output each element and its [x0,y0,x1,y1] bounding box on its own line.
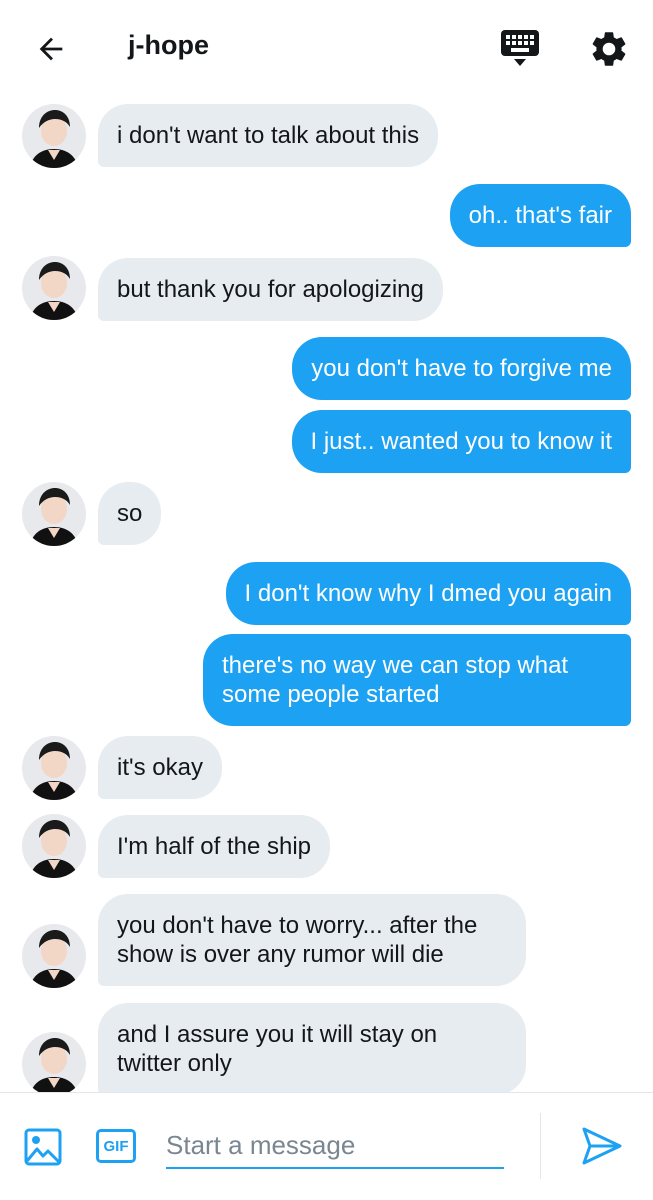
avatar[interactable] [22,1032,86,1092]
avatar[interactable] [22,256,86,320]
outgoing-message[interactable]: you don't have to forgive me [292,337,631,400]
outgoing-message[interactable]: I don't know why I dmed you again [225,562,631,625]
arrow-left-icon [39,37,63,61]
message-composer: GIF [0,1092,653,1200]
incoming-message[interactable]: and I assure you it will stay on twitter… [98,1003,526,1092]
message-line: there's no way we can stop what [222,652,569,679]
avatar-photo [22,256,86,320]
avatar-photo [22,1032,86,1092]
avatar[interactable] [22,104,86,168]
keyboard-icon [501,30,539,66]
avatar[interactable] [22,482,86,546]
message-input[interactable] [166,1123,504,1169]
message-line: show is over any rumor will die [117,941,444,968]
avatar-photo [22,924,86,988]
send-icon [582,1127,622,1165]
incoming-message[interactable]: it's okay [98,736,222,799]
incoming-message[interactable]: you don't have to worry... after the sho… [98,894,526,986]
conversation-header: j-hope [0,0,653,96]
incoming-message[interactable]: so [98,482,162,545]
add-image-button[interactable] [24,1128,62,1166]
incoming-message[interactable]: I'm half of the ship [98,815,331,878]
message-line: and I assure you it will stay on [117,1021,438,1048]
outgoing-message[interactable]: oh.. that's fair [449,184,631,247]
avatar[interactable] [22,814,86,878]
settings-button[interactable] [588,28,630,70]
image-icon [24,1128,62,1166]
message-list[interactable]: i don't want to talk about this oh.. tha… [0,96,653,1092]
avatar-photo [22,814,86,878]
composer-divider [540,1113,541,1179]
avatar[interactable] [22,924,86,988]
message-line: you don't have to worry... after the [117,912,478,939]
conversation-title[interactable]: j-hope [128,30,209,61]
avatar[interactable] [22,736,86,800]
avatar-photo [22,104,86,168]
gif-button[interactable]: GIF [96,1129,136,1163]
outgoing-message[interactable]: I just.. wanted you to know it [291,410,631,473]
avatar-photo [22,736,86,800]
send-button[interactable] [580,1125,624,1167]
message-line: twitter only [117,1050,232,1077]
incoming-message[interactable]: but thank you for apologizing [98,258,443,321]
outgoing-message[interactable]: there's no way we can stop what some peo… [203,634,631,726]
keyboard-toggle-button[interactable] [498,28,544,70]
incoming-message[interactable]: i don't want to talk about this [98,104,439,167]
back-button[interactable] [30,28,72,70]
avatar-photo [22,482,86,546]
gear-icon [592,32,626,66]
message-line: some people started [222,681,440,708]
